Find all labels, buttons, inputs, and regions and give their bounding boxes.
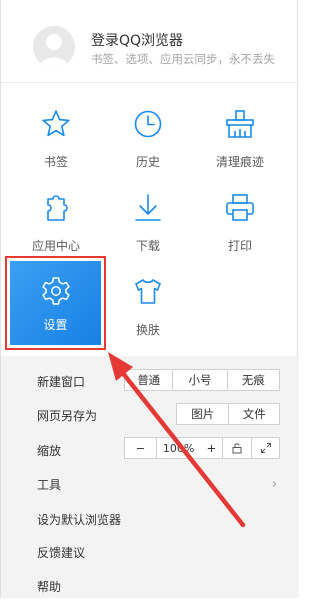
tshirt-icon [135, 279, 161, 304]
download-icon [135, 194, 161, 221]
zoom-lock-button[interactable] [223, 438, 253, 458]
chevron-right-icon: › [271, 477, 277, 492]
account-header[interactable]: 登录QQ浏览器 书签、选项、应用云同步，永不丢失 [1, 0, 299, 83]
clear-traces-button[interactable]: 清理痕迹 [200, 108, 280, 180]
default-browser-label: 设为默认浏览器 [37, 513, 122, 527]
browser-menu-panel: 登录QQ浏览器 书签、选项、应用云同步，永不丢失 书签 历史 清理痕迹 应用中心 [0, 0, 299, 598]
history-button[interactable]: 历史 [108, 108, 188, 180]
help-label: 帮助 [37, 580, 62, 594]
zoom-value: 100% [162, 441, 195, 455]
default-browser-row[interactable]: 设为默认浏览器 [1, 503, 299, 535]
save-as-image-button[interactable]: 图片 [177, 404, 230, 424]
save-as-options: 图片 文件 [176, 403, 280, 425]
app-center-label: 应用中心 [31, 239, 80, 253]
feedback-row[interactable]: 反馈建议 [1, 536, 299, 568]
download-button[interactable]: 下载 [108, 192, 188, 264]
download-label: 下载 [135, 239, 160, 253]
user-silhouette-icon [33, 26, 75, 68]
print-label: 打印 [227, 239, 252, 253]
bookmarks-label: 书签 [43, 155, 68, 169]
save-as-label: 网页另存为 [37, 409, 98, 423]
tools-row[interactable]: 工具 › [1, 468, 299, 500]
printer-icon [226, 194, 254, 221]
login-title[interactable]: 登录QQ浏览器 [91, 30, 183, 50]
zoom-controls: − 100% + [124, 437, 280, 459]
new-window-incognito-button[interactable]: 无痕 [228, 370, 279, 390]
feedback-label: 反馈建议 [37, 546, 86, 560]
skin-label: 换肤 [135, 323, 160, 337]
skin-button[interactable]: 换肤 [108, 276, 188, 348]
lock-icon [232, 443, 242, 454]
avatar[interactable] [33, 26, 75, 68]
print-button[interactable]: 打印 [200, 192, 280, 264]
clear-traces-label: 清理痕迹 [215, 155, 264, 169]
bookmarks-button[interactable]: 书签 [16, 108, 96, 180]
clock-icon [134, 110, 162, 138]
zoom-label: 缩放 [37, 444, 62, 458]
help-row[interactable]: 帮助 [1, 570, 299, 602]
save-as-file-button[interactable]: 文件 [229, 404, 279, 424]
new-window-normal-button[interactable]: 普通 [125, 370, 174, 390]
app-center-button[interactable]: 应用中心 [16, 192, 96, 264]
zoom-out-button[interactable]: − [125, 438, 157, 458]
expand-icon [260, 443, 271, 453]
highlight-box [5, 256, 106, 350]
zoom-in-button[interactable]: + [201, 438, 224, 458]
star-icon [42, 110, 70, 137]
new-window-label: 新建窗口 [37, 375, 86, 389]
new-window-small-button[interactable]: 小号 [173, 370, 228, 390]
fullscreen-button[interactable] [252, 438, 279, 458]
new-window-options: 普通 小号 无痕 [124, 369, 280, 391]
puzzle-icon [47, 195, 68, 221]
tools-label: 工具 [37, 478, 62, 492]
login-subtitle: 书签、选项、应用云同步，永不丢失 [91, 52, 275, 66]
broom-icon [226, 110, 254, 138]
history-label: 历史 [135, 155, 160, 169]
